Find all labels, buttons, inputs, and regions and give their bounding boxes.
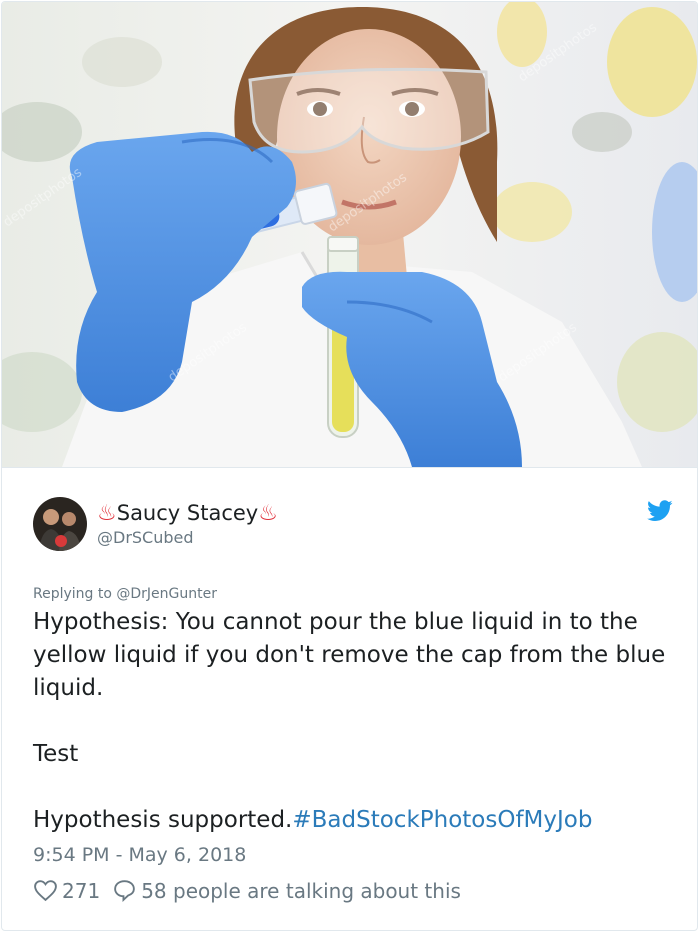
replying-to-handle[interactable]: @DrJenGunter [116,586,217,602]
tweet-timestamp[interactable]: 9:54 PM - May 6, 2018 [33,844,246,866]
display-name[interactable]: ♨ Saucy Stacey ♨ [97,498,278,528]
lab-scientist-photo: depositphotos depositphotos depositphoto… [2,2,697,467]
twitter-bird-icon[interactable] [647,500,673,522]
hashtag-link[interactable]: #BadStockPhotosOfMyJob [292,807,592,833]
replying-to-label: Replying to [33,586,117,602]
hot-springs-emoji-icon: ♨ [258,500,278,526]
hot-springs-emoji-icon: ♨ [97,500,117,526]
tweet-body: Hypothesis: You cannot pour the blue liq… [33,606,673,837]
author-handle[interactable]: @DrSCubed [97,528,278,547]
heart-icon[interactable] [33,878,58,903]
replying-to-line: Replying to @DrJenGunter [33,586,217,602]
tweet-photo[interactable]: depositphotos depositphotos depositphoto… [2,2,697,468]
tweet-header: ♨ Saucy Stacey ♨ @DrSCubed [33,497,673,557]
conversation-text[interactable]: 58 people are talking about this [141,879,461,903]
author-names[interactable]: ♨ Saucy Stacey ♨ @DrSCubed [97,498,278,548]
embedded-tweet-card: depositphotos depositphotos depositphoto… [1,1,698,931]
like-count[interactable]: 271 [62,879,100,903]
display-name-text: Saucy Stacey [116,501,259,525]
avatar-image [33,497,87,551]
avatar[interactable] [33,497,87,551]
tweet-body-text: Hypothesis: You cannot pour the blue liq… [33,609,666,833]
speech-bubble-icon[interactable] [112,878,137,903]
tweet-actions: 271 58 people are talking about this [33,878,473,903]
